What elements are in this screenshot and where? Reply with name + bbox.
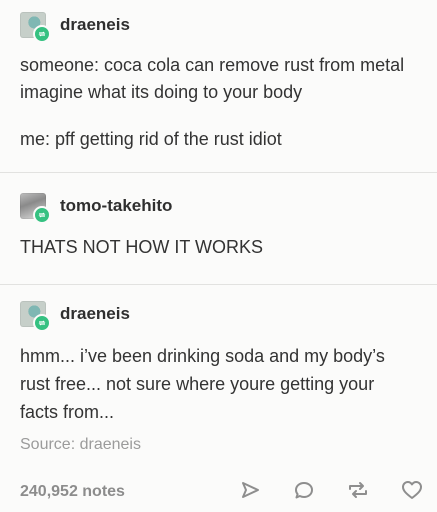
avatar[interactable]: [20, 12, 51, 43]
post-section-3: draeneis hmm... i’ve been drinking soda …: [0, 284, 437, 512]
notes-count[interactable]: 240,952 notes: [20, 483, 125, 501]
post-actions: [238, 478, 424, 502]
post-text: hmm... i’ve been drinking soda and my bo…: [20, 346, 385, 422]
reblog-badge-icon: [33, 314, 51, 332]
post-header: draeneis: [20, 12, 130, 43]
source-link[interactable]: Source: draeneis: [20, 436, 141, 454]
post-text: THATS NOT HOW IT WORKS: [20, 237, 263, 257]
post-header: tomo-takehito: [20, 193, 172, 224]
post-text: someone: coca cola can remove rust from …: [20, 55, 405, 102]
post-section-2: tomo-takehito THATS NOT HOW IT WORKS: [0, 172, 437, 284]
avatar[interactable]: [20, 301, 51, 332]
heart-icon[interactable]: [400, 478, 424, 502]
reblog-badge-icon: [33, 25, 51, 43]
post-header: draeneis: [20, 301, 130, 332]
username[interactable]: draeneis: [60, 304, 130, 324]
tumblr-post: draeneis someone: coca cola can remove r…: [0, 0, 437, 512]
post-text: me: pff getting rid of the rust idiot: [20, 129, 282, 149]
reblog-icon[interactable]: [346, 478, 370, 502]
reply-icon[interactable]: [292, 478, 316, 502]
avatar[interactable]: [20, 193, 51, 224]
username[interactable]: draeneis: [60, 15, 130, 35]
reblog-badge-icon: [33, 206, 51, 224]
username[interactable]: tomo-takehito: [60, 196, 172, 216]
share-icon[interactable]: [238, 478, 262, 502]
post-section-1: draeneis someone: coca cola can remove r…: [0, 0, 437, 172]
